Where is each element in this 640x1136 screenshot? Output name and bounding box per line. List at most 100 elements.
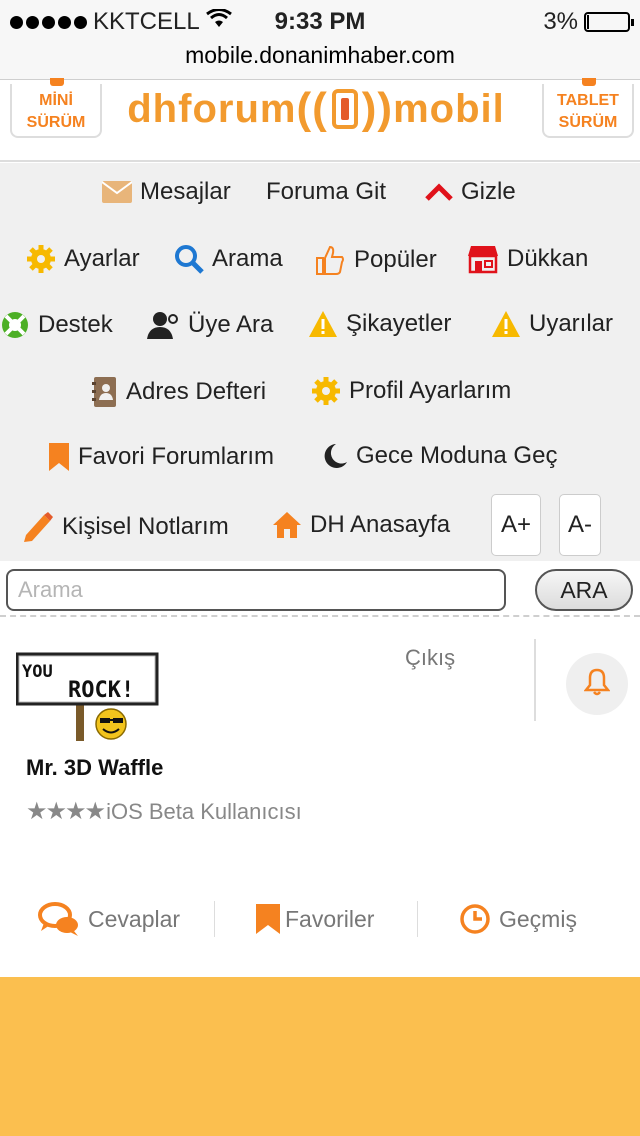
menu-label: Üye Ara (188, 311, 274, 338)
rank-stars-icon: ★★★★ (26, 798, 106, 825)
menu-label: Destek (38, 311, 113, 338)
address-book-icon (92, 376, 118, 408)
moon-icon (322, 442, 348, 470)
search-bar: ARA (0, 561, 640, 617)
logo-phone-icon (331, 89, 358, 129)
menu-item-populer[interactable]: Popüler (314, 244, 437, 276)
tablet-line1: TABLET (557, 92, 619, 109)
battery-percent: 3% (543, 8, 578, 35)
menu-item-uye-ara[interactable]: Üye Ara (146, 310, 273, 340)
user-profile-panel: YOU ROCK! Çıkış Mr. 3D Waffle ★★★★ iOS B… (0, 619, 640, 977)
tab-label: Cevaplar (88, 905, 181, 932)
menu-row-5: Favori Forumlarım Gece Moduna Geç (0, 427, 640, 493)
site-header: MİNİ SÜRÜM dhforum (( )) mobil TABLET SÜ… (0, 78, 640, 162)
home-icon (272, 511, 302, 539)
tablet-line2: SÜRÜM (558, 114, 618, 131)
warning-icon (308, 310, 338, 338)
menu-item-dh-anasayfa[interactable]: DH Anasayfa (272, 511, 450, 539)
main-menu: Mesajlar Foruma Git Gizle Ayarlar Arama … (0, 163, 640, 561)
battery-icon (584, 12, 634, 32)
menu-item-foruma-git[interactable]: Foruma Git (266, 178, 386, 206)
menu-row-4: Adres Defteri Profil Ayarlarım (0, 361, 640, 427)
menu-item-uyarilar[interactable]: Uyarılar (491, 310, 613, 338)
font-decrease-button[interactable]: A- (559, 494, 601, 556)
menu-label: Foruma Git (266, 178, 387, 205)
menu-item-gece-modu[interactable]: Gece Moduna Geç (322, 442, 557, 470)
mini-line2: SÜRÜM (26, 114, 86, 131)
mini-line1: MİNİ (39, 92, 73, 109)
thumbs-up-icon (314, 244, 346, 276)
menu-label: Arama (212, 245, 283, 272)
mini-version-button[interactable]: MİNİ SÜRÜM (10, 78, 102, 138)
user-rank: ★★★★ iOS Beta Kullanıcısı (26, 797, 302, 826)
chat-bubbles-icon (38, 901, 80, 937)
menu-row-3: Destek Üye Ara Şikayetler Uyarılar (0, 295, 640, 361)
menu-label: DH Anasayfa (310, 511, 451, 538)
menu-label: Adres Defteri (126, 378, 267, 405)
menu-row-1: Mesajlar Foruma Git Gizle (0, 163, 640, 229)
menu-label: Ayarlar (64, 245, 140, 272)
menu-label: Gizle (461, 178, 516, 205)
menu-item-mesajlar[interactable]: Mesajlar (102, 178, 231, 206)
tab-favoriler[interactable]: Favoriler (255, 889, 374, 949)
menu-label: Dükkan (507, 245, 589, 272)
logout-link[interactable]: Çıkış (405, 645, 455, 671)
bell-icon (583, 668, 611, 701)
search-icon (174, 244, 204, 274)
menu-label: Profil Ayarlarım (349, 377, 512, 404)
user-search-icon (146, 310, 180, 340)
bottom-area (0, 977, 640, 1136)
divider (417, 901, 418, 937)
menu-row-2: Ayarlar Arama Popüler Dükkan (0, 229, 640, 295)
tab-label: Favoriler (285, 905, 375, 932)
logo-right: mobil (393, 86, 505, 131)
url-bar[interactable]: mobile.donanimhaber.com (0, 40, 640, 80)
menu-label: Popüler (354, 246, 437, 273)
gear-icon (26, 244, 56, 274)
menu-item-arama[interactable]: Arama (174, 244, 283, 274)
url-text[interactable]: mobile.donanimhaber.com (185, 42, 455, 68)
tab-cevaplar[interactable]: Cevaplar (38, 889, 180, 949)
logo-wave-left-icon: (( (296, 84, 328, 133)
menu-label: Favori Forumlarım (78, 443, 275, 470)
menu-item-favori-forumlarim[interactable]: Favori Forumlarım (48, 442, 274, 472)
menu-label: Şikayetler (346, 310, 452, 337)
menu-item-kisisel-notlarim[interactable]: Kişisel Notlarım (22, 511, 229, 543)
menu-label: Gece Moduna Geç (356, 442, 558, 469)
bookmark-icon (48, 442, 70, 472)
status-right: 3% (543, 8, 634, 36)
notifications-button[interactable] (566, 653, 628, 715)
search-button[interactable]: ARA (535, 569, 633, 611)
menu-item-gizle[interactable]: Gizle (425, 178, 516, 206)
menu-item-ayarlar[interactable]: Ayarlar (26, 244, 140, 274)
menu-item-profil-ayarlarim[interactable]: Profil Ayarlarım (311, 376, 511, 406)
clock-icon (459, 903, 491, 935)
tablet-version-button[interactable]: TABLET SÜRÜM (542, 78, 634, 138)
gear-icon (311, 376, 341, 406)
pencil-icon (22, 511, 54, 543)
menu-item-sikayetler[interactable]: Şikayetler (308, 310, 451, 338)
menu-item-adres-defteri[interactable]: Adres Defteri (92, 376, 266, 408)
search-input[interactable] (6, 569, 506, 611)
divider (214, 901, 215, 937)
menu-label: Kişisel Notlarım (62, 513, 229, 540)
logo-left: dhforum (127, 86, 297, 131)
menu-row-6: Kişisel Notlarım DH Anasayfa A+ A- (0, 493, 640, 559)
menu-item-destek[interactable]: Destek (0, 310, 113, 340)
site-logo[interactable]: dhforum (( )) mobil (118, 84, 514, 134)
status-bar: KKTCELL 9:33 PM 3% (0, 0, 640, 40)
username[interactable]: Mr. 3D Waffle (26, 755, 163, 781)
envelope-icon (102, 181, 132, 203)
logo-wave-right-icon: )) (361, 84, 394, 133)
avatar-text-line1: YOU (22, 662, 53, 682)
menu-item-dukkan[interactable]: Dükkan (467, 244, 588, 274)
tab-gecmis[interactable]: Geçmiş (459, 889, 577, 949)
bookmark-icon (255, 903, 281, 935)
divider (534, 639, 536, 721)
font-increase-button[interactable]: A+ (491, 494, 541, 556)
store-icon (467, 244, 499, 274)
avatar[interactable]: YOU ROCK! (15, 643, 162, 743)
menu-label: Uyarılar (529, 310, 614, 337)
warning-icon (491, 310, 521, 338)
tab-label: Geçmiş (499, 905, 577, 932)
